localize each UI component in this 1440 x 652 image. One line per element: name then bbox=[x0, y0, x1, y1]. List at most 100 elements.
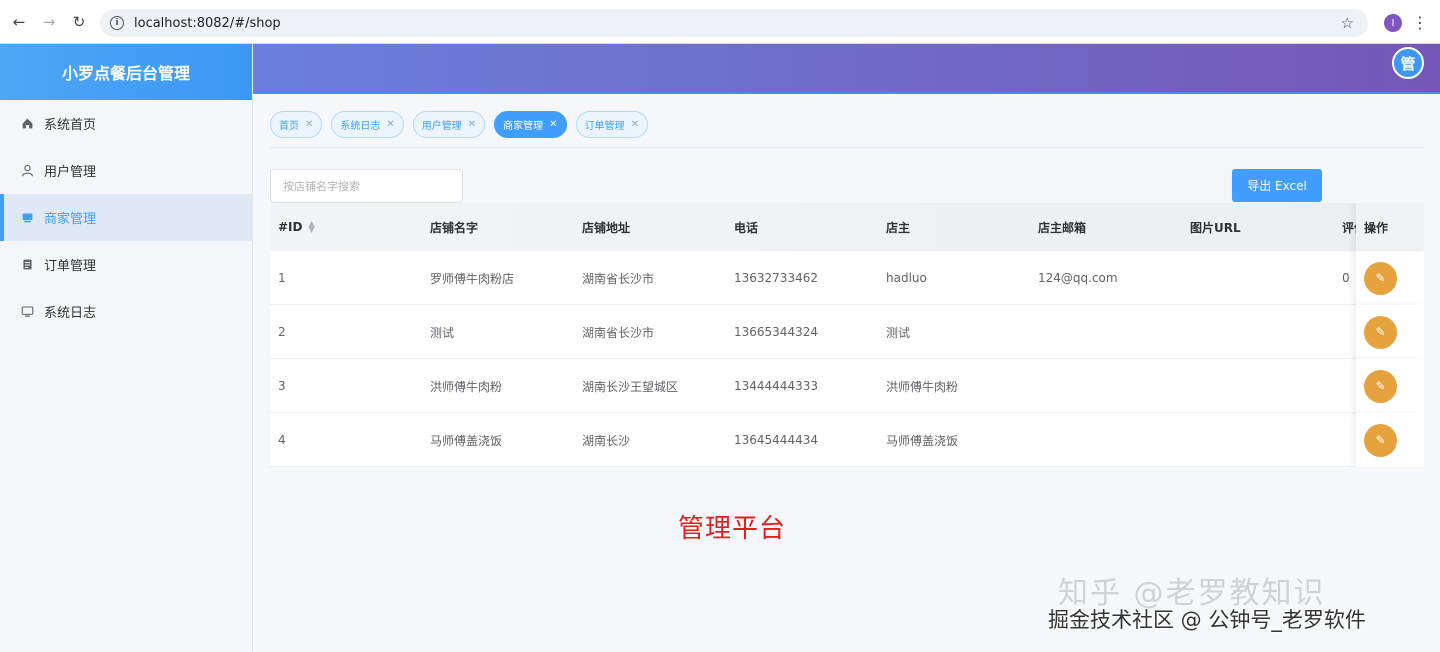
cell-rating bbox=[1334, 359, 1356, 413]
order-icon bbox=[20, 258, 34, 272]
edit-icon: ✎ bbox=[1375, 271, 1386, 285]
cell-actions: ✎ bbox=[1356, 413, 1424, 467]
close-icon[interactable]: ✕ bbox=[386, 119, 394, 130]
reload-icon[interactable]: ↻ bbox=[68, 11, 90, 33]
watermark: 掘金技术社区 @ 公钟号_老罗软件 bbox=[1048, 608, 1366, 632]
cell-owner: 马师傅盖浇饭 bbox=[886, 433, 959, 448]
sidebar-item-label: 系统首页 bbox=[44, 118, 97, 133]
cell-shop-name: 测试 bbox=[430, 325, 455, 340]
tab-label: 商家管理 bbox=[503, 121, 544, 132]
edit-button[interactable]: ✎ bbox=[1364, 315, 1397, 349]
cell-shop-address: 湖南省长沙市 bbox=[582, 271, 655, 286]
cell-actions: ✎ bbox=[1356, 359, 1424, 413]
cell-actions: ✎ bbox=[1356, 305, 1424, 359]
back-icon[interactable]: ← bbox=[8, 11, 30, 33]
cell-id: 4 bbox=[278, 433, 286, 447]
monitor-icon bbox=[20, 305, 34, 319]
table-row: 4 马师傅盖浇饭 湖南长沙 13645444434 马师傅盖浇饭 ✎ bbox=[270, 413, 1424, 467]
column-header-phone: 电话 bbox=[734, 220, 759, 235]
edit-button[interactable]: ✎ bbox=[1364, 261, 1397, 295]
cell-shop-address: 湖南长沙王望城区 bbox=[582, 379, 679, 394]
sidebar-item-label: 订单管理 bbox=[44, 259, 97, 274]
cell-shop-name: 罗师傅牛肉粉店 bbox=[430, 271, 515, 286]
sidebar-item-users[interactable]: 用户管理 bbox=[0, 147, 252, 194]
site-info-icon[interactable]: i bbox=[110, 16, 124, 30]
url-text[interactable]: localhost:8082/#/shop bbox=[134, 16, 281, 31]
sort-icon[interactable]: ▲ ▼ bbox=[308, 220, 314, 234]
platform-title: 管理平台 bbox=[678, 514, 787, 544]
sidebar-item-label: 商家管理 bbox=[44, 212, 97, 227]
sidebar-item-shops[interactable]: 商家管理 bbox=[0, 194, 252, 241]
export-excel-button[interactable]: 导出 Excel bbox=[1232, 169, 1322, 202]
sidebar-item-label: 系统日志 bbox=[44, 306, 97, 321]
shop-table: #ID ▲▼ 店铺名字 店铺地址 电话 店主 店主邮箱 图片URL 评价 操作 … bbox=[270, 203, 1424, 467]
edit-icon: ✎ bbox=[1375, 433, 1386, 447]
browser-toolbar: ← → ↻ i localhost:8082/#/shop ☆ I ⋮ bbox=[0, 0, 1440, 44]
cell-image-url bbox=[1182, 305, 1334, 359]
close-icon[interactable]: ✕ bbox=[631, 119, 639, 130]
cell-id: 3 bbox=[278, 379, 286, 393]
cell-phone: 13665344324 bbox=[734, 325, 818, 339]
column-header-id[interactable]: #ID ▲ ▼ bbox=[270, 203, 422, 251]
column-header-actions: 操作 bbox=[1356, 203, 1424, 251]
tab-label: 订单管理 bbox=[584, 121, 625, 132]
tab-shops[interactable]: 商家管理 ✕ bbox=[494, 111, 567, 138]
table-row: 2 测试 湖南省长沙市 13665344324 测试 ✎ bbox=[270, 305, 1424, 359]
cell-shop-address: 湖南省长沙市 bbox=[582, 325, 655, 340]
user-avatar[interactable]: 管 bbox=[1392, 47, 1424, 79]
sidebar: 小罗点餐后台管理 系统首页 用户管理 商家管理 订单管理 系统日志 bbox=[0, 44, 253, 652]
bookmark-star-icon[interactable]: ☆ bbox=[1341, 14, 1354, 32]
shop-icon bbox=[20, 211, 34, 225]
top-header: 管 bbox=[253, 44, 1440, 94]
cell-actions: ✎ bbox=[1356, 251, 1424, 305]
shop-name-search-input[interactable] bbox=[270, 169, 463, 203]
column-header-shop-address: 店铺地址 bbox=[582, 220, 631, 235]
cell-owner: 测试 bbox=[886, 325, 911, 340]
tab-label: 首页 bbox=[279, 121, 299, 132]
edit-icon: ✎ bbox=[1375, 325, 1386, 339]
tab-users[interactable]: 用户管理 ✕ bbox=[412, 111, 486, 138]
tab-label: 用户管理 bbox=[421, 121, 462, 132]
table-row: 1 罗师傅牛肉粉店 湖南省长沙市 13632733462 hadluo 124@… bbox=[270, 251, 1424, 305]
column-header-owner-email: 店主邮箱 bbox=[1038, 220, 1087, 235]
cell-phone: 13444444333 bbox=[734, 379, 818, 393]
browser-menu-icon[interactable]: ⋮ bbox=[1412, 13, 1428, 32]
cell-image-url bbox=[1182, 413, 1334, 467]
column-header-rating: 评价 bbox=[1342, 220, 1356, 235]
close-icon[interactable]: ✕ bbox=[305, 119, 313, 130]
sidebar-item-label: 用户管理 bbox=[44, 165, 97, 180]
close-icon[interactable]: ✕ bbox=[549, 119, 557, 130]
edit-button[interactable]: ✎ bbox=[1364, 369, 1397, 403]
forward-icon[interactable]: → bbox=[38, 11, 60, 33]
table-row: 3 洪师傅牛肉粉 湖南长沙王望城区 13444444333 洪师傅牛肉粉 ✎ bbox=[270, 359, 1424, 413]
column-header-image-url: 图片URL bbox=[1190, 220, 1241, 235]
cell-shop-name: 马师傅盖浇饭 bbox=[430, 433, 503, 448]
cell-owner-email bbox=[1030, 413, 1182, 467]
cell-shop-address: 湖南长沙 bbox=[582, 433, 631, 448]
cell-owner-email bbox=[1030, 305, 1182, 359]
table-header: #ID ▲▼ 店铺名字 店铺地址 电话 店主 店主邮箱 图片URL 评价 操作 bbox=[270, 203, 1424, 251]
cell-phone: 13632733462 bbox=[734, 271, 818, 285]
close-icon[interactable]: ✕ bbox=[468, 119, 476, 130]
user-icon bbox=[20, 164, 34, 178]
tab-home[interactable]: 首页 ✕ bbox=[270, 111, 323, 138]
divider bbox=[270, 147, 1424, 148]
cell-shop-name: 洪师傅牛肉粉 bbox=[430, 379, 503, 394]
cell-rating bbox=[1334, 413, 1356, 467]
address-bar[interactable]: i localhost:8082/#/shop ☆ bbox=[100, 9, 1368, 37]
profile-avatar[interactable]: I bbox=[1384, 14, 1402, 32]
tab-label: 系统日志 bbox=[340, 121, 381, 132]
cell-owner-email bbox=[1030, 359, 1182, 413]
column-header-shop-name: 店铺名字 bbox=[430, 220, 479, 235]
edit-button[interactable]: ✎ bbox=[1364, 423, 1397, 457]
cell-phone: 13645444434 bbox=[734, 433, 818, 447]
cell-owner-email: 124@qq.com bbox=[1038, 271, 1118, 285]
tab-logs[interactable]: 系统日志 ✕ bbox=[331, 111, 404, 138]
sidebar-item-home[interactable]: 系统首页 bbox=[0, 100, 252, 147]
sidebar-item-orders[interactable]: 订单管理 bbox=[0, 241, 252, 288]
tag-tabs: 首页 ✕ 系统日志 ✕ 用户管理 ✕ 商家管理 ✕ 订单管理 ✕ bbox=[270, 111, 657, 138]
sidebar-item-logs[interactable]: 系统日志 bbox=[0, 288, 252, 335]
tab-orders[interactable]: 订单管理 ✕ bbox=[575, 111, 648, 138]
cell-image-url bbox=[1182, 359, 1334, 413]
edit-icon: ✎ bbox=[1375, 379, 1386, 393]
